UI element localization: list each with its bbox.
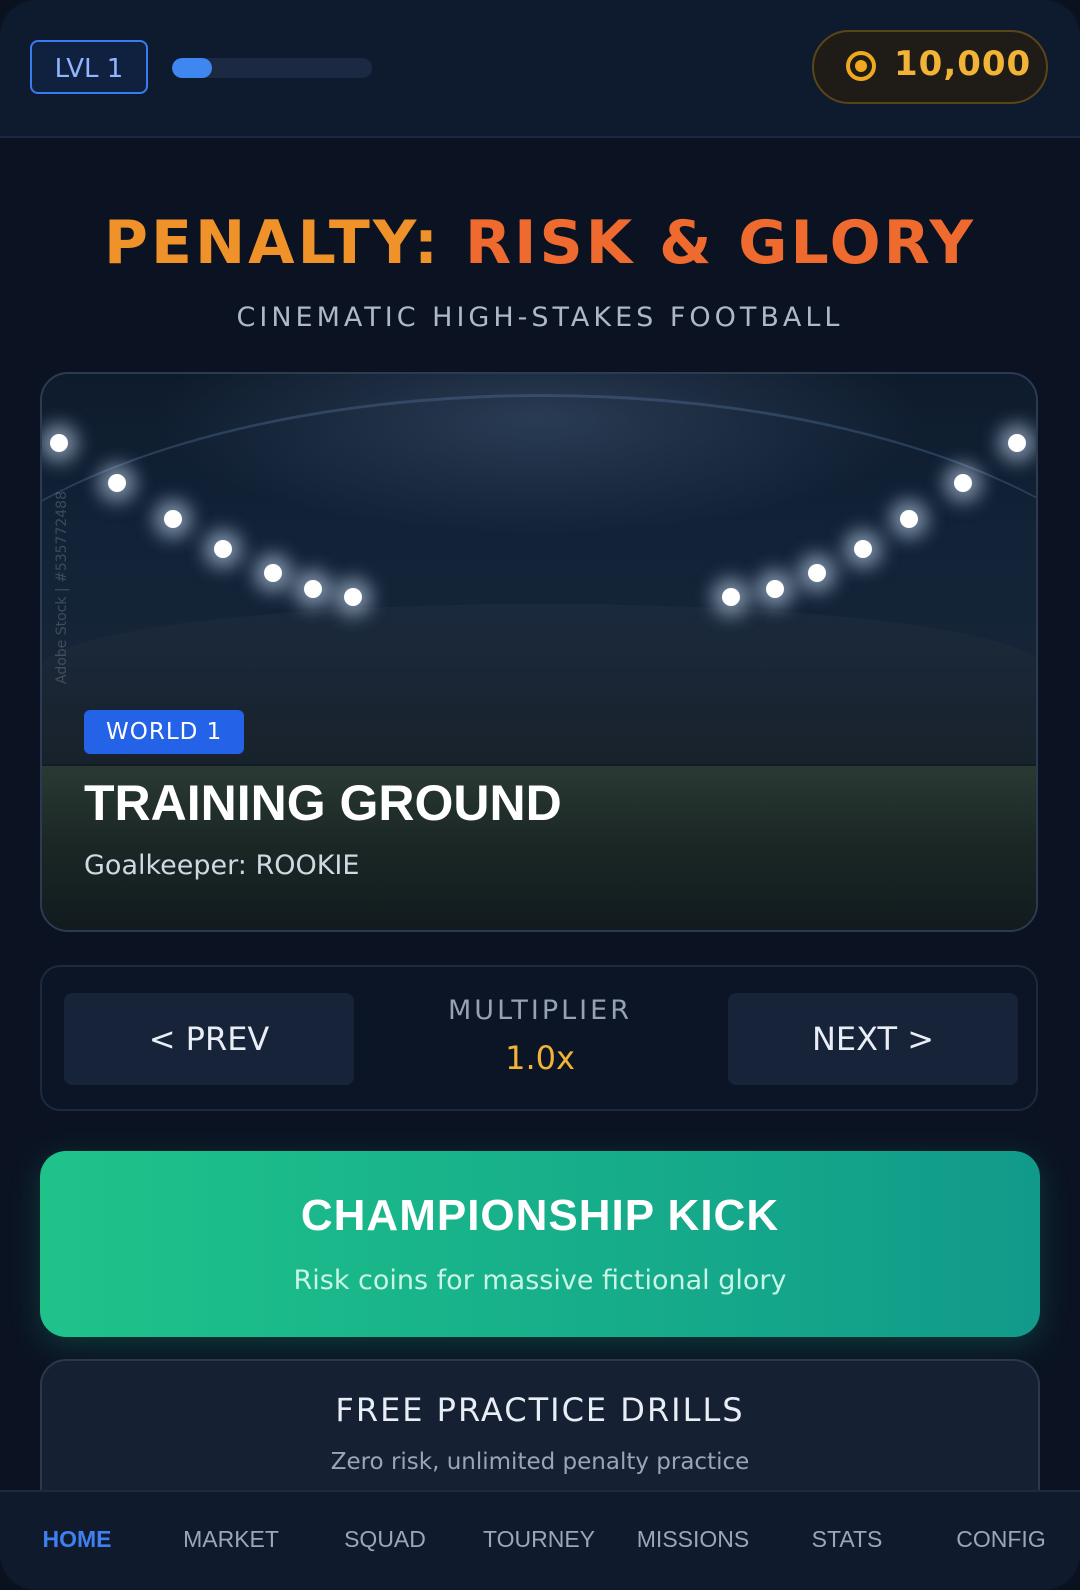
floodlight xyxy=(164,510,182,528)
floodlight xyxy=(50,434,68,452)
floodlight xyxy=(304,580,322,598)
nav-home[interactable]: HOME xyxy=(0,1526,154,1553)
floodlight xyxy=(900,510,918,528)
world-badge: WORLD 1 xyxy=(84,710,245,754)
world-name: TRAINING GROUND xyxy=(84,775,562,831)
floodlight xyxy=(954,474,972,492)
floodlight xyxy=(1008,434,1026,452)
coin-balance[interactable]: 10,000 xyxy=(812,30,1048,104)
world-selector: < PREV MULTIPLIER 1.0x NEXT > xyxy=(40,965,1038,1111)
floodlight xyxy=(722,588,740,606)
floodlight xyxy=(264,564,282,582)
nav-market[interactable]: MARKET xyxy=(154,1526,308,1553)
game-title: PENALTY: RISK & GLORY xyxy=(0,208,1080,278)
multiplier-value: 1.0x xyxy=(505,1039,575,1077)
floodlight xyxy=(854,540,872,558)
world-card[interactable]: Adobe Stock | #535772488 WORLD 1 TRAININ… xyxy=(40,372,1038,932)
game-subtitle: CINEMATIC HIGH-STAKES FOOTBALL xyxy=(236,302,844,333)
championship-subtitle: Risk coins for massive fictional glory xyxy=(293,1265,787,1296)
floodlight xyxy=(214,540,232,558)
floodlight xyxy=(108,474,126,492)
floodlight xyxy=(766,580,784,598)
nav-stats[interactable]: STATS xyxy=(770,1526,924,1553)
prev-world-button[interactable]: < PREV xyxy=(64,993,354,1085)
top-bar: LVL 1 10,000 xyxy=(0,0,1080,138)
floodlight xyxy=(344,588,362,606)
title-part-1: PENALTY: xyxy=(103,208,465,278)
level-badge: LVL 1 xyxy=(30,40,148,94)
practice-subtitle: Zero risk, unlimited penalty practice xyxy=(330,1449,750,1475)
next-world-button[interactable]: NEXT > xyxy=(728,993,1018,1085)
nav-config[interactable]: CONFIG xyxy=(924,1526,1078,1553)
coin-amount: 10,000 xyxy=(894,44,1032,84)
practice-title: FREE PRACTICE DRILLS xyxy=(335,1391,745,1429)
nav-tourney[interactable]: TOURNEY xyxy=(462,1526,616,1553)
title-part-2: RISK & GLORY xyxy=(464,208,977,278)
coin-icon xyxy=(846,51,876,81)
bottom-nav: HOME MARKET SQUAD TOURNEY MISSIONS STATS… xyxy=(0,1490,1080,1590)
app-frame: LVL 1 10,000 PENALTY: RISK & GLORY CINEM… xyxy=(0,0,1080,1590)
xp-progress-bar xyxy=(172,58,372,78)
multiplier-label: MULTIPLIER xyxy=(448,995,632,1026)
championship-title: CHAMPIONSHIP KICK xyxy=(300,1191,780,1240)
goalkeeper-level: Goalkeeper: ROOKIE xyxy=(84,850,360,881)
nav-missions[interactable]: MISSIONS xyxy=(616,1526,770,1553)
nav-squad[interactable]: SQUAD xyxy=(308,1526,462,1553)
stock-watermark: Adobe Stock | #535772488 xyxy=(54,491,70,684)
floodlight xyxy=(808,564,826,582)
championship-kick-button[interactable]: CHAMPIONSHIP KICK Risk coins for massive… xyxy=(40,1151,1040,1337)
xp-progress-fill xyxy=(172,58,212,78)
